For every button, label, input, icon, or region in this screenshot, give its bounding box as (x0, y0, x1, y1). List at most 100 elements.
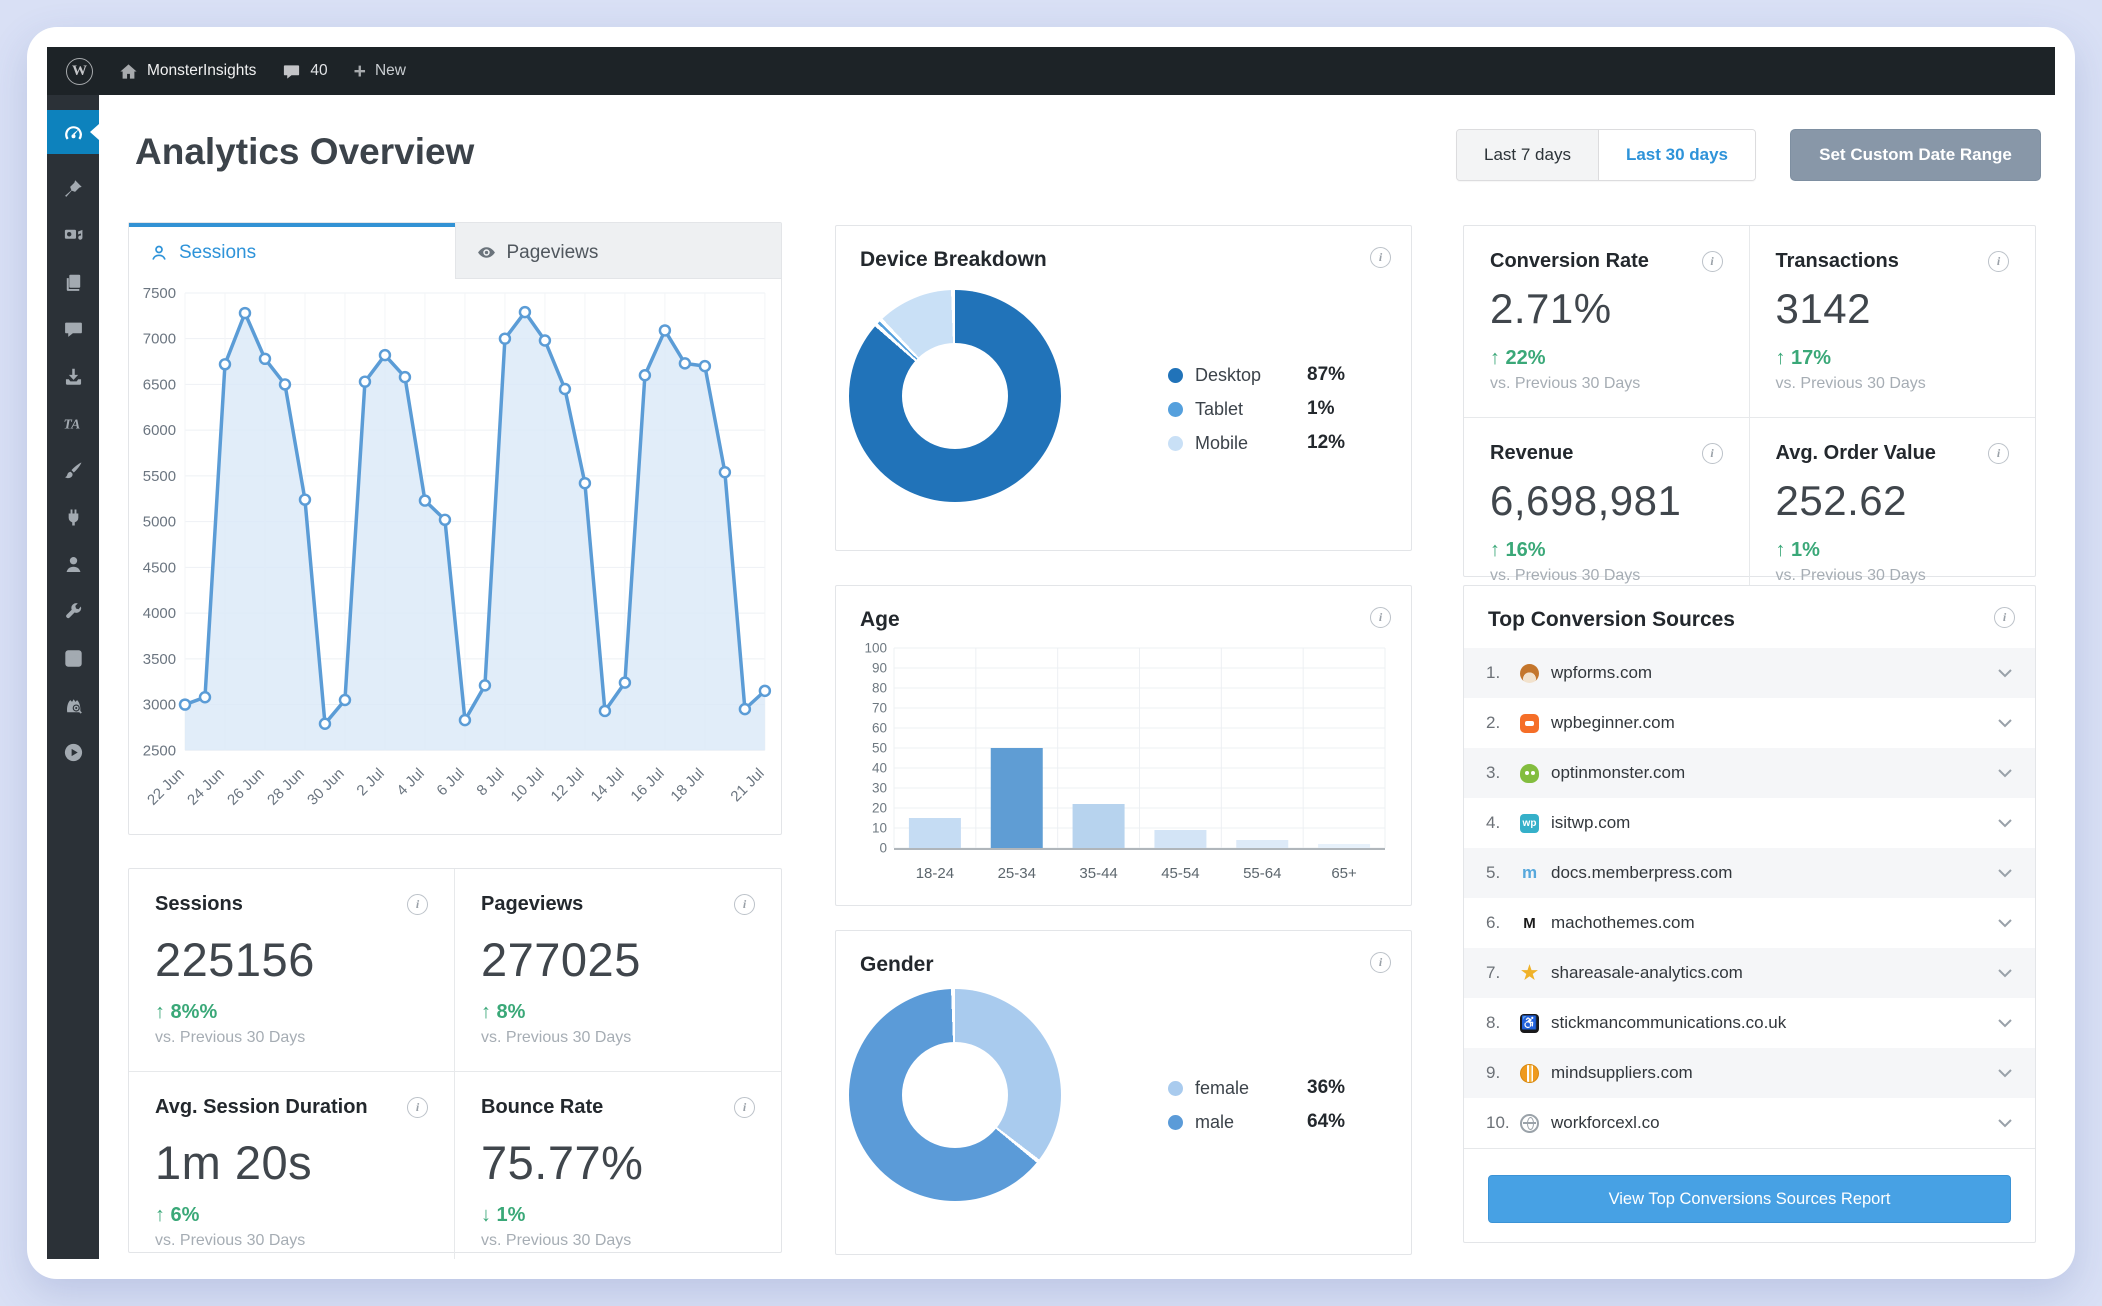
favicon-wp-square-icon: wp (1520, 813, 1539, 833)
info-icon[interactable] (1701, 251, 1723, 272)
ta-icon: TA (63, 413, 84, 434)
sidebar-item-plugins[interactable] (47, 497, 99, 537)
last-30-days-button[interactable]: Last 30 days (1597, 130, 1756, 180)
sidebar-item-comments[interactable] (47, 309, 99, 349)
source-row-docs-memberpress-com[interactable]: 5. m docs.memberpress.com (1464, 848, 2035, 898)
svg-text:40: 40 (872, 761, 887, 776)
info-icon[interactable] (1370, 952, 1391, 973)
traffic-chart-card: Sessions Pageviews 2500 3000 3500 4000 4500 5… (128, 222, 782, 835)
favicon-chat-bubble-icon (1520, 713, 1539, 733)
admin-bar-new-label: New (374, 62, 406, 79)
info-icon[interactable] (1988, 443, 2009, 464)
tab-pageviews[interactable]: Pageviews (454, 223, 781, 279)
sidebar-item-dashboard[interactable] (47, 110, 99, 154)
user-icon (63, 554, 84, 575)
stat-title: Sessions (155, 893, 243, 915)
source-row-optinmonster-com[interactable]: 3. optinmonster.com (1464, 748, 2035, 798)
info-icon[interactable] (734, 894, 755, 915)
source-domain: wpforms.com (1551, 663, 1653, 682)
sidebar-item-tools[interactable] (47, 591, 99, 631)
chevron-down-icon[interactable] (1997, 668, 2013, 678)
info-icon[interactable] (1370, 247, 1391, 268)
wordpress-logo-icon[interactable]: W (53, 47, 106, 95)
source-rank: 5. (1486, 863, 1501, 882)
source-row-workforcexl-co[interactable]: 10. workforcexl.co (1464, 1098, 2035, 1148)
legend-value: 1% (1307, 398, 1335, 419)
chevron-down-icon[interactable] (1997, 1068, 2013, 1078)
sidebar-item-video[interactable] (47, 732, 99, 772)
svg-text:20: 20 (872, 801, 887, 816)
info-icon[interactable] (1988, 251, 2009, 272)
tab-sessions[interactable]: Sessions (129, 223, 455, 279)
stat-comparison-label: vs. Previous 30 Days (1775, 567, 1926, 584)
chevron-down-icon[interactable] (1997, 1118, 2013, 1128)
stat-value: 252.62 (1775, 477, 1907, 524)
source-row-mindsuppliers-com[interactable]: 9. mindsuppliers.com (1464, 1048, 2035, 1098)
stat-comparison-label: vs. Previous 30 Days (481, 1232, 632, 1249)
info-icon[interactable] (734, 1097, 755, 1118)
legend-dot-icon (1168, 367, 1183, 383)
source-row-isitwp-com[interactable]: 4. wp isitwp.com (1464, 798, 2035, 848)
stat-sessions: Sessions 225156 ↑ 8%% vs. Previous 30 Days (129, 869, 455, 1072)
info-icon[interactable] (1994, 607, 2015, 628)
stat-delta: ↑ 17% (1775, 347, 1832, 369)
source-rank: 4. (1486, 813, 1501, 832)
sidebar-item-users[interactable] (47, 544, 99, 584)
source-row-shareasale-analytics-com[interactable]: 7. ★ shareasale-analytics.com (1464, 948, 2035, 998)
comment-count: 40 (310, 62, 328, 79)
admin-bar-comments[interactable]: 40 (269, 47, 340, 95)
chevron-down-icon[interactable] (1997, 768, 2013, 778)
admin-bar-site-link[interactable]: MonsterInsights (106, 47, 269, 95)
set-custom-date-range-button[interactable]: Set Custom Date Range (1790, 129, 2041, 181)
stat-pageviews: Pageviews 277025 ↑ 8% vs. Previous 30 Days (455, 869, 781, 1072)
stat-title: Pageviews (481, 893, 584, 915)
gender-card: Gender female 36% male 64% (835, 930, 1412, 1255)
source-row-machothemes-com[interactable]: 6. Mmachothemes.com (1464, 898, 2035, 948)
download-icon (63, 366, 84, 387)
source-domain: machothemes.com (1551, 913, 1695, 932)
date-range-toggle: Last 7 days Last 30 days (1456, 129, 1757, 181)
svg-text:0: 0 (879, 841, 887, 856)
stat-transactions: Transactions 3142 ↑ 17% vs. Previous 30 Day… (1749, 226, 2035, 418)
source-row-stickmancommunications-co-uk[interactable]: 8. ♿ stickmancommunications.co.uk (1464, 998, 2035, 1048)
sidebar-item-downloads[interactable] (47, 356, 99, 396)
source-domain: docs.memberpress.com (1551, 863, 1733, 882)
view-top-conversions-report-button[interactable]: View Top Conversions Sources Report (1488, 1175, 2011, 1223)
sidebar-item-pages[interactable] (47, 262, 99, 302)
svg-text:2500: 2500 (143, 742, 176, 759)
source-row-wpforms-com[interactable]: 1. wpforms.com (1464, 648, 2035, 698)
sidebar-item-monsterinsights[interactable] (47, 685, 99, 725)
sidebar-item-settings[interactable] (47, 638, 99, 678)
stat-delta: ↑ 8% (481, 1001, 526, 1023)
info-icon[interactable] (1370, 607, 1391, 628)
sidebar-item-appearance[interactable] (47, 450, 99, 490)
sidebar-item-ta[interactable]: TA (47, 403, 99, 443)
legend-value: 87% (1307, 364, 1346, 385)
last-7-days-button[interactable]: Last 7 days (1457, 130, 1598, 180)
sidebar-item-media[interactable] (47, 215, 99, 255)
favicon-letter-m-black-icon: M (1523, 914, 1536, 932)
source-domain: stickmancommunications.co.uk (1551, 1013, 1787, 1032)
stat-delta: ↑ 1% (1775, 539, 1820, 561)
chevron-down-icon[interactable] (1997, 818, 2013, 828)
stat-delta: ↑ 6% (155, 1204, 200, 1226)
chevron-down-icon[interactable] (1997, 1018, 2013, 1028)
svg-text:5000: 5000 (143, 514, 176, 531)
admin-bar-new[interactable]: + New (341, 47, 419, 95)
info-icon[interactable] (1701, 443, 1723, 464)
chevron-down-icon[interactable] (1997, 868, 2013, 878)
svg-text:30 Jun: 30 Jun (304, 765, 348, 809)
svg-text:5500: 5500 (143, 468, 176, 485)
source-row-wpbeginner-com[interactable]: 2. wpbeginner.com (1464, 698, 2035, 748)
info-icon[interactable] (407, 1097, 428, 1118)
info-icon[interactable] (407, 894, 428, 915)
svg-text:4 Jul: 4 Jul (393, 765, 427, 799)
sources-list: 1. wpforms.com 2. wpbeginner.com 3. optinmons… (1464, 648, 2035, 1148)
chevron-down-icon[interactable] (1997, 918, 2013, 928)
brush-icon (63, 460, 84, 481)
chevron-down-icon[interactable] (1997, 968, 2013, 978)
chevron-down-icon[interactable] (1997, 718, 2013, 728)
favicon-gray-globe-icon (1520, 1113, 1539, 1133)
stat-value: 1m 20s (155, 1136, 313, 1189)
sidebar-item-posts[interactable] (47, 168, 99, 208)
